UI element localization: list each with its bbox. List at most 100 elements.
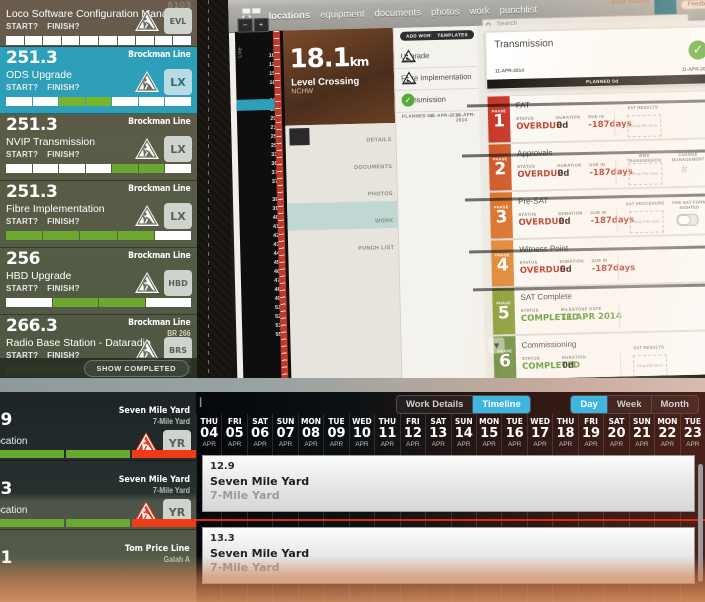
timeline-day[interactable]: FRI 12 APR (399, 414, 425, 452)
timeline-day[interactable]: THU 18 APR (552, 414, 577, 452)
worklist-item-icons: HBD (134, 270, 192, 296)
ruler-axis-label: Line (237, 47, 244, 58)
timeline-day[interactable]: FRI 05 APR (221, 414, 246, 452)
timeline-day[interactable]: SUN 21 APR (628, 414, 654, 452)
timeline-day[interactable]: SUN 14 APR (450, 414, 476, 452)
phase-row[interactable]: PHASE 6 Commissioning STATUS COMPLETED DURATI… (492, 329, 705, 378)
worklist-item-chainage: 266.3 (6, 316, 58, 336)
worklist-item-chainage: 256 (6, 249, 41, 269)
worklist-panel[interactable]: 8103 Loco Software Configuration Manageme… (0, 0, 197, 378)
timeline-day[interactable]: WED 17 APR (526, 414, 552, 452)
bottom-worklist-item[interactable]: .9Seven Mile Yard7-Mile Yardrd LocationA… (0, 392, 196, 461)
templates-button[interactable]: TEMPLATES (431, 30, 475, 41)
timeline-day[interactable]: WED 10 APR (348, 414, 374, 452)
attachment-dropzone[interactable]: Drop File Here (629, 210, 664, 234)
bottom-worklist-items[interactable]: .9Seven Mile Yard7-Mile Yardrd LocationA… (0, 392, 196, 599)
worklist-items[interactable]: 8103 Loco Software Configuration Manageme… (0, 0, 197, 378)
worklist-item-tag: LX (164, 136, 192, 162)
timeline-bar[interactable]: 12.9 Seven Mile Yard 7-Mile Yard (202, 455, 695, 512)
sign-out-link[interactable]: SIGN OUT (612, 6, 651, 14)
timeline-day[interactable]: MON 08 APR (297, 414, 323, 452)
work-complete-icon: ✓ (401, 93, 415, 107)
worklist-item-progress (6, 164, 192, 173)
location-tab-documents[interactable]: DOCUMENTS (354, 164, 392, 171)
timeline-day[interactable]: SAT 06 APR (246, 414, 272, 452)
view-tab[interactable]: Timeline (473, 396, 530, 413)
attachment-dropzone[interactable]: Drop File Here (627, 114, 662, 138)
timeline-day[interactable]: TUE 23 APR (679, 414, 705, 452)
timeline-day[interactable]: SUN 07 APR (272, 414, 297, 452)
location-tab-punch-list[interactable]: PUNCH LIST (358, 245, 394, 252)
zoom-tab[interactable]: Day (571, 396, 608, 413)
roadworks-icon (400, 48, 417, 63)
attachment-caption: PRE-SAT FORM SIGHTED (672, 199, 705, 211)
show-completed-button[interactable]: SHOW COMPLETED (83, 359, 189, 377)
worklist-item-icons: LX (134, 136, 192, 162)
timeline-day[interactable]: THU 11 APR (374, 414, 399, 452)
worklist-item[interactable]: 256 Brockman Line HBD Upgrade START? FINISH?… (0, 248, 197, 315)
attachment-dropzone[interactable]: Drop File Here (632, 354, 668, 378)
location-tab-photos[interactable]: PHOTOS (368, 191, 393, 198)
phase-row[interactable]: PHASE2ApprovalsSTATUSOVERDUEDURATION0dDU… (487, 138, 705, 192)
phase-row[interactable]: PHASE1FATSTATUSOVERDUEDURATION0dDUE IN-1… (486, 90, 705, 144)
photo-nav-documents[interactable]: documents (374, 7, 421, 19)
timeline-day-weekday: TUE (684, 417, 701, 426)
zoom-out-button[interactable]: − (237, 18, 253, 33)
location-tabs[interactable]: DETAILS DOCUMENTS PHOTOS WORK PUNCH LIST (285, 122, 402, 378)
work-row[interactable]: Transmission ✓ (395, 87, 480, 113)
photo-nav-equipment[interactable]: equipment (320, 9, 365, 21)
timeline-day[interactable]: SAT 20 APR (603, 414, 628, 452)
photo-nav-work[interactable]: work (469, 6, 489, 17)
roadworks-icon (134, 137, 160, 161)
worklist-item[interactable]: 251.3 Brockman Line Fibre Implementation ST… (0, 181, 197, 248)
timeline-day-header[interactable]: THU 04 APR FRI 05 APR SAT 06 APR SUN 07 APR MON 08 APR… (196, 414, 705, 452)
timeline-body[interactable]: 12.9 Seven Mile Yard 7-Mile Yard 13.3 Seven … (196, 452, 705, 602)
timeline-day[interactable]: TUE 09 APR (323, 414, 348, 452)
timeline-day-weekday: MON (300, 417, 322, 426)
timeline-day[interactable]: MON 15 APR (475, 414, 501, 452)
view-tab[interactable]: Work Details (397, 396, 474, 413)
bottom-worklist[interactable]: .9Seven Mile Yard7-Mile Yardrd LocationA… (0, 392, 196, 602)
attachment-toggle[interactable] (676, 213, 699, 227)
timeline-day[interactable]: TUE 16 APR (501, 414, 526, 452)
worklist-item[interactable]: 251.3 Brockman Line NVIP Transmission START… (0, 114, 197, 181)
location-thumbnail[interactable] (289, 128, 310, 146)
photo-nav-photos[interactable]: photos (431, 6, 460, 18)
timeline-day-month: APR (457, 441, 471, 448)
location-tab-details[interactable]: DETAILS (366, 137, 391, 144)
timeline-day[interactable]: MON 22 APR (654, 414, 679, 452)
worklist-item[interactable]: 251.3 Brockman Line ODS Upgrade START? FINIS… (0, 47, 197, 114)
bottom-worklist-item[interactable]: .3Seven Mile Yard7-Mile Yardrd LocationA… (0, 461, 196, 530)
view-tab-group[interactable]: Work Details Timeline (396, 395, 531, 414)
location-hero: 18.1km Level Crossing NCHW (282, 27, 396, 126)
timeline-day[interactable]: SAT 13 APR (425, 414, 450, 452)
work-row[interactable]: Fibre Implementation (394, 65, 480, 91)
photo-nav-punchlist[interactable]: punchlist (499, 4, 537, 16)
zoom-tab-group[interactable]: Day Week Month (570, 395, 699, 414)
filter-icon[interactable]: ▼ (488, 337, 505, 354)
feedback-button[interactable]: Feedback (679, 0, 705, 10)
location-tab-work[interactable]: WORK (375, 218, 394, 224)
work-detail-card[interactable]: Transmission ✓ 11-APR-2014 11-APR-2014 P… (484, 26, 705, 90)
phase-duration-label: DURATION (559, 258, 584, 264)
drag-handle[interactable]: || (199, 397, 203, 408)
bottom-item-progress (0, 450, 196, 458)
timeline-panel[interactable]: || Work Details Timeline Day Week Month THU… (196, 392, 705, 602)
zoom-tab[interactable]: Week (607, 396, 652, 413)
photo-nav-locations[interactable]: locations (268, 10, 310, 22)
attachment-caption: SAT PROCEDURE (625, 200, 665, 207)
phase-status-label: STATUS (519, 259, 538, 265)
work-list-column[interactable]: ADD WORK TEMPLATES Upgrade Fibre Implemen… (392, 25, 487, 378)
zoom-in-button[interactable]: + (253, 18, 269, 33)
timeline-day[interactable]: THU 04 APR (196, 414, 221, 452)
attachment-dropzone[interactable]: Drop File Here (628, 162, 663, 186)
bottom-worklist-item[interactable]: .1 Tom Price LineGalah A (0, 530, 196, 599)
timeline-bar[interactable]: 13.3 Seven Mile Yard 7-Mile Yard (202, 527, 695, 584)
timeline-scrollbar[interactable] (698, 456, 703, 598)
phase-status-label: STATUS (520, 307, 539, 313)
timeline-day-month: APR (227, 441, 242, 448)
phase-row[interactable]: PHASE4Witness PointSTATUSOVERDUEDURATION… (490, 234, 705, 288)
zoom-tab[interactable]: Month (651, 396, 698, 413)
timeline-day[interactable]: FRI 19 APR (577, 414, 603, 452)
worklist-item[interactable]: 8103 Loco Software Configuration Manageme… (0, 0, 197, 47)
